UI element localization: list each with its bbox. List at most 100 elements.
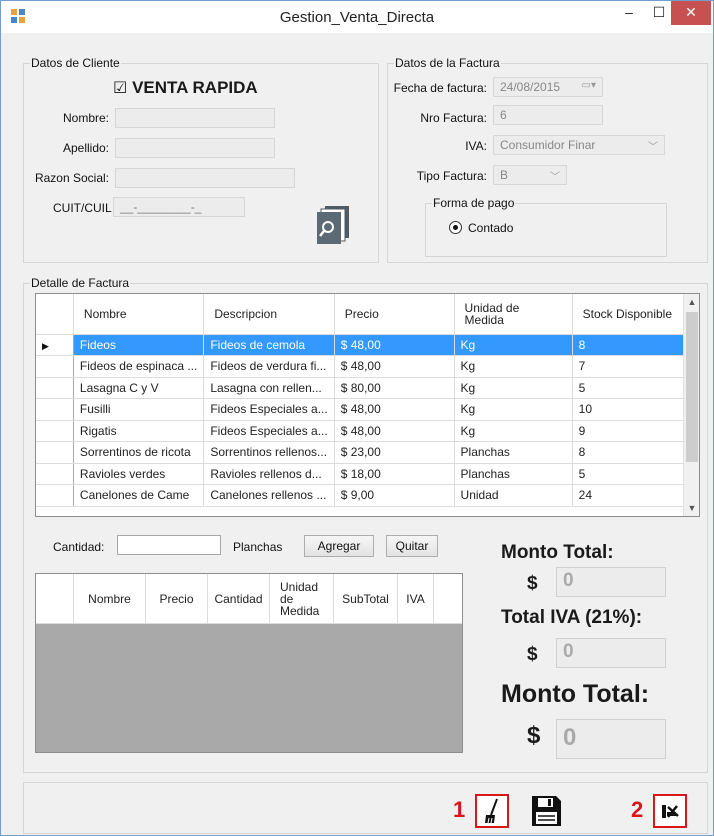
table-cell[interactable]: Fusilli	[73, 398, 205, 421]
minimize-button[interactable]: –	[614, 1, 644, 25]
table-row[interactable]: Fideos de espinaca ... Fideos de verdura …	[36, 355, 699, 378]
column-header[interactable]: Nombre	[73, 294, 205, 335]
apellido-field[interactable]	[115, 138, 275, 158]
column-header[interactable]: Stock Disponible	[572, 294, 699, 335]
table-cell[interactable]: 8	[572, 441, 699, 464]
table-cell[interactable]: 10	[572, 398, 699, 421]
table-cell[interactable]: Ravioles verdes	[73, 463, 205, 485]
table-cell[interactable]: 7	[572, 355, 699, 378]
scroll-thumb[interactable]	[686, 312, 698, 462]
table-row[interactable]: Canelones de Came Canelones rellenos ... $…	[36, 484, 699, 507]
window-title: Gestion_Venta_Directa	[279, 9, 435, 26]
table-cell[interactable]: $ 9,00	[334, 484, 455, 507]
table-cell[interactable]: Fideos Especiales a...	[203, 420, 335, 442]
row-header-corner	[36, 294, 74, 335]
row-header[interactable]	[36, 377, 74, 399]
table-row[interactable]: Rigatis Fideos Especiales a... $ 48,00 Kg 9	[36, 420, 699, 442]
row-header[interactable]	[36, 463, 74, 485]
table-cell[interactable]: 24	[572, 484, 699, 507]
cart-column-header[interactable]: Nombre	[74, 574, 146, 624]
table-cell[interactable]: Canelones de Came	[73, 484, 205, 507]
table-cell[interactable]: Fideos	[73, 334, 205, 356]
table-cell[interactable]: Canelones rellenos ...	[203, 484, 335, 507]
iva-select[interactable]: Consumidor Finar ﹀	[493, 135, 665, 155]
table-cell[interactable]: Kg	[454, 398, 573, 421]
contado-radio[interactable]: Contado	[449, 221, 513, 235]
table-cell[interactable]: Kg	[454, 377, 573, 399]
table-cell[interactable]: Unidad	[454, 484, 573, 507]
row-header[interactable]	[36, 484, 74, 507]
column-header[interactable]: Unidad de Medida	[454, 294, 573, 335]
tipo-factura-label: Tipo Factura:	[416, 169, 487, 183]
table-cell[interactable]: $ 48,00	[334, 398, 455, 421]
table-cell[interactable]: $ 80,00	[334, 377, 455, 399]
table-cell[interactable]: Ravioles rellenos d...	[203, 463, 335, 485]
products-grid[interactable]: Nombre Descripcion Precio Unidad de Medi…	[35, 293, 700, 517]
table-cell[interactable]: Rigatis	[73, 420, 205, 442]
table-row[interactable]: Sorrentinos de ricota Sorrentinos relleno…	[36, 441, 699, 464]
scroll-down-icon[interactable]: ▼	[684, 500, 699, 516]
cart-column-header[interactable]: Cantidad	[208, 574, 270, 624]
scroll-up-icon[interactable]: ▲	[684, 294, 699, 310]
tipo-factura-select[interactable]: B ﹀	[493, 165, 567, 185]
cart-column-header[interactable]: Unidad de Medida	[270, 574, 334, 624]
save-button[interactable]	[529, 794, 563, 828]
maximize-button[interactable]: ☐	[644, 1, 674, 25]
column-header[interactable]: Precio	[334, 294, 455, 335]
table-cell[interactable]: $ 48,00	[334, 420, 455, 442]
table-cell[interactable]: 5	[572, 377, 699, 399]
cart-grid[interactable]: Nombre Precio Cantidad Unidad de Medida …	[35, 573, 463, 753]
table-cell[interactable]: Kg	[454, 420, 573, 442]
table-cell[interactable]: $ 48,00	[334, 334, 455, 356]
cuit-field[interactable]: __-________-_	[113, 197, 245, 217]
nro-factura-field[interactable]: 6	[493, 105, 603, 125]
table-cell[interactable]: Planchas	[454, 463, 573, 485]
agregar-button[interactable]: Agregar	[304, 535, 374, 557]
table-row[interactable]: Ravioles verdes Ravioles rellenos d... $ 1…	[36, 463, 699, 485]
table-cell[interactable]: Sorrentinos de ricota	[73, 441, 205, 464]
table-cell[interactable]: $ 18,00	[334, 463, 455, 485]
cart-column-header[interactable]: SubTotal	[334, 574, 398, 624]
table-cell[interactable]: Fideos de verdura fi...	[203, 355, 335, 378]
monto-total-label: Monto Total:	[501, 542, 614, 563]
cuit-label: CUIT/CUIL	[53, 201, 112, 215]
table-cell[interactable]: Sorrentinos rellenos...	[203, 441, 335, 464]
table-cell[interactable]: 9	[572, 420, 699, 442]
table-cell[interactable]: Kg	[454, 334, 573, 356]
row-header[interactable]	[36, 355, 74, 378]
column-header[interactable]: Descripcion	[203, 294, 335, 335]
grid-scrollbar[interactable]: ▲ ▼	[683, 294, 699, 516]
cantidad-input[interactable]	[117, 535, 221, 555]
row-header[interactable]: ▶	[36, 334, 74, 356]
table-cell[interactable]: Fideos Especiales a...	[203, 398, 335, 421]
table-cell[interactable]: Fideos de cemola	[203, 334, 335, 356]
exit-button[interactable]	[653, 794, 687, 828]
quitar-button[interactable]: Quitar	[386, 535, 438, 557]
table-cell[interactable]: 8	[572, 334, 699, 356]
table-row[interactable]: Lasagna C y V Lasagna con rellen... $ 80,0…	[36, 377, 699, 399]
table-cell[interactable]: $ 48,00	[334, 355, 455, 378]
cart-column-header[interactable]: Precio	[146, 574, 208, 624]
table-row[interactable]: Fusilli Fideos Especiales a... $ 48,00 Kg 10	[36, 398, 699, 421]
row-header[interactable]	[36, 420, 74, 442]
row-header[interactable]	[36, 441, 74, 464]
table-row[interactable]: ▶ Fideos Fideos de cemola $ 48,00 Kg 8	[36, 334, 699, 356]
fecha-picker[interactable]: 24/08/2015 ▭▾	[493, 77, 603, 97]
table-cell[interactable]: 5	[572, 463, 699, 485]
search-documents-icon	[317, 206, 349, 244]
close-button[interactable]: ✕	[671, 1, 711, 25]
cart-column-header[interactable]: IVA	[398, 574, 434, 624]
row-header[interactable]	[36, 398, 74, 421]
nombre-field[interactable]	[115, 108, 275, 128]
table-cell[interactable]: $ 23,00	[334, 441, 455, 464]
razon-social-field[interactable]	[115, 168, 295, 188]
table-cell[interactable]: Fideos de espinaca ...	[73, 355, 205, 378]
table-cell[interactable]: Lasagna C y V	[73, 377, 205, 399]
checkbox-check-icon: ☑	[113, 80, 128, 97]
table-cell[interactable]: Planchas	[454, 441, 573, 464]
search-client-button[interactable]	[313, 205, 351, 245]
clear-button[interactable]	[475, 794, 509, 828]
table-cell[interactable]: Kg	[454, 355, 573, 378]
table-cell[interactable]: Lasagna con rellen...	[203, 377, 335, 399]
venta-rapida-checkbox[interactable]: ☑ VENTA RAPIDA	[113, 78, 258, 98]
